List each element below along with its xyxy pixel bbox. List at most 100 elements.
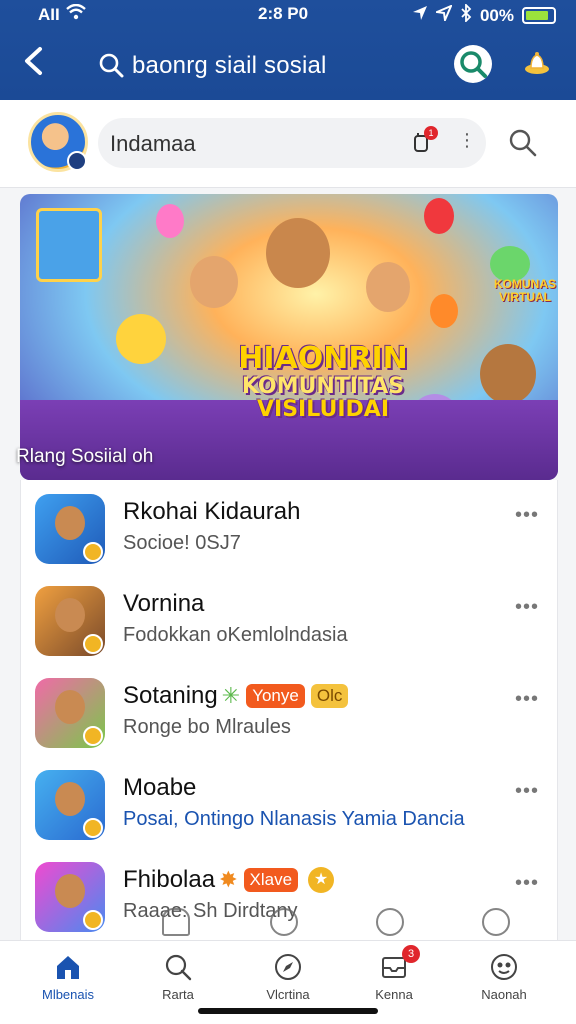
list-item-subtitle: Fodokkan oKemlolndasia (123, 624, 348, 646)
wifi-icon (65, 3, 86, 25)
status-bar: AII 2:8 P0 00% (0, 2, 576, 27)
list-item-title-row: Rkohai Kidaurah (123, 498, 300, 526)
person-icon (162, 908, 190, 936)
tab-explore[interactable]: Vlcrtina (238, 951, 338, 1011)
list-item-title-row: Vornina (123, 590, 204, 618)
notification-bell-icon[interactable] (518, 45, 556, 83)
chat-bubble-icon (376, 908, 404, 936)
more-options-icon[interactable]: ••• (515, 872, 539, 895)
tab-label: Kenna (375, 987, 413, 1002)
list-item-title-row: Fhibolaa ✸ Xlave ★ (123, 866, 335, 894)
list-item-subtitle: Socioe! 0SJ7 (123, 532, 241, 554)
inbox-icon: 3 (344, 945, 444, 983)
compass-icon (238, 951, 338, 983)
location-icon (412, 5, 428, 26)
battery-percent: 00% (479, 5, 514, 25)
character-illustration (55, 598, 85, 632)
list-item-title: Sotaning (123, 682, 218, 709)
tab-inbox[interactable]: 3 Kenna (344, 945, 444, 1011)
list-item-subtitle: Posai, Ontingo Nlanasis Yamia Dancia (123, 808, 465, 830)
banner-side-tag: KOMUNAS VIRTUAL (494, 277, 556, 304)
sparkle-icon: ✳ (221, 683, 241, 708)
notification-icon[interactable]: 1 (410, 126, 438, 154)
list-item[interactable]: Moabe Posai, Ontingo Nlanasis Yamia Danci… (21, 756, 559, 848)
banner-caption: Rlang Sosiial oh (16, 446, 154, 467)
search-icon (128, 951, 228, 983)
character-illustration (55, 782, 85, 816)
list-item-title-row: Moabe (123, 774, 196, 802)
search-input-value: Indamaa (110, 131, 196, 156)
character-illustration (190, 256, 238, 308)
balloon-decoration (430, 294, 458, 328)
list-item-subtitle: Ronge bo Mlraules (123, 716, 291, 738)
search-row: Indamaa 1 ⋮ (0, 100, 576, 188)
banner-title: HIAONRIN KOMUNTITAS VISILUIDAI (208, 342, 438, 422)
avatar-badge (67, 151, 87, 171)
tag-badge: Yonye (246, 684, 305, 708)
more-options-icon[interactable]: ••• (515, 596, 539, 619)
list-item[interactable]: Vornina Fodokkan oKemlolndasia ••• (21, 572, 559, 664)
character-illustration (116, 314, 166, 364)
search-submit-icon[interactable] (508, 128, 538, 163)
community-thumbnail (35, 770, 105, 840)
tab-home[interactable]: Mlbenais (18, 951, 118, 1011)
game-thumbnail-decoration (36, 208, 102, 282)
more-vertical-icon[interactable]: ⋮ (458, 130, 476, 151)
tab-label: Vlcrtina (266, 987, 310, 1002)
background-icons (0, 908, 576, 938)
balloon-decoration (424, 198, 454, 234)
back-button[interactable] (22, 46, 44, 82)
carrier-label: AII (38, 4, 60, 24)
star-icon: ★ (308, 867, 335, 893)
bluetooth-icon (460, 2, 472, 27)
list-item-title: Fhibolaa (123, 866, 216, 893)
tag-badge: Olc (310, 684, 349, 708)
tab-search[interactable]: Rarta (128, 951, 228, 1011)
list-item-title: Moabe (123, 774, 197, 801)
notification-count-badge: 1 (424, 126, 438, 140)
home-indicator[interactable] (198, 1008, 378, 1014)
header-nav: baonrg siail sosial (0, 40, 576, 90)
character-illustration (480, 344, 536, 404)
community-thumbnail (35, 494, 105, 564)
verified-badge-icon (83, 634, 103, 654)
character-illustration (266, 218, 330, 288)
more-options-icon[interactable]: ••• (515, 688, 539, 711)
list-item-title: Rkohai Kidaurah (123, 498, 301, 525)
verified-badge-icon (83, 726, 103, 746)
character-illustration (55, 506, 85, 540)
list-item[interactable]: Rkohai Kidaurah Socioe! 0SJ7 ••• (21, 480, 559, 572)
avatar[interactable] (28, 112, 88, 172)
banner-title-line1: HIAONRIN (238, 341, 408, 376)
character-illustration (55, 874, 85, 908)
profile-icon (454, 951, 554, 983)
character-illustration (366, 262, 410, 312)
featured-banner[interactable]: KOMUNAS VIRTUAL HIAONRIN KOMUNTITAS VISI… (20, 194, 558, 480)
community-list: Rkohai Kidaurah Socioe! 0SJ7 ••• Vornina Fod… (20, 480, 558, 940)
banner-title-line3: VISILUIDAI (257, 397, 389, 422)
tab-profile[interactable]: Naonah (454, 951, 554, 1011)
search-button[interactable] (454, 45, 492, 83)
sparkle-icon: ✸ (219, 867, 238, 892)
top-app-bar: AII 2:8 P0 00% baonrg siail sosial (0, 0, 576, 100)
search-icon (98, 52, 124, 83)
character-illustration (55, 690, 85, 724)
community-thumbnail (35, 586, 105, 656)
clock: 2:8 P0 (258, 4, 309, 23)
verified-badge-icon (83, 542, 103, 562)
banner-title-line2: KOMUNTITAS (241, 374, 405, 399)
search-input[interactable]: Indamaa 1 ⋮ (98, 118, 486, 168)
tab-label: Naonah (481, 987, 527, 1002)
list-item[interactable]: Sotaning ✳ Yonye Olc Ronge bo Mlraules ••• (21, 664, 559, 756)
user-icon (482, 908, 510, 936)
balloon-decoration (156, 204, 184, 238)
home-icon (18, 951, 118, 983)
tab-label: Mlbenais (41, 987, 95, 1002)
header-search-title[interactable]: baonrg siail sosial (132, 52, 327, 80)
tag-badge: Xlave (243, 868, 299, 892)
more-options-icon[interactable]: ••• (515, 504, 539, 527)
community-thumbnail (35, 678, 105, 748)
list-item-title-row: Sotaning ✳ Yonye Olc (123, 682, 349, 710)
gauge-icon (270, 908, 298, 936)
more-options-icon[interactable]: ••• (515, 780, 539, 803)
